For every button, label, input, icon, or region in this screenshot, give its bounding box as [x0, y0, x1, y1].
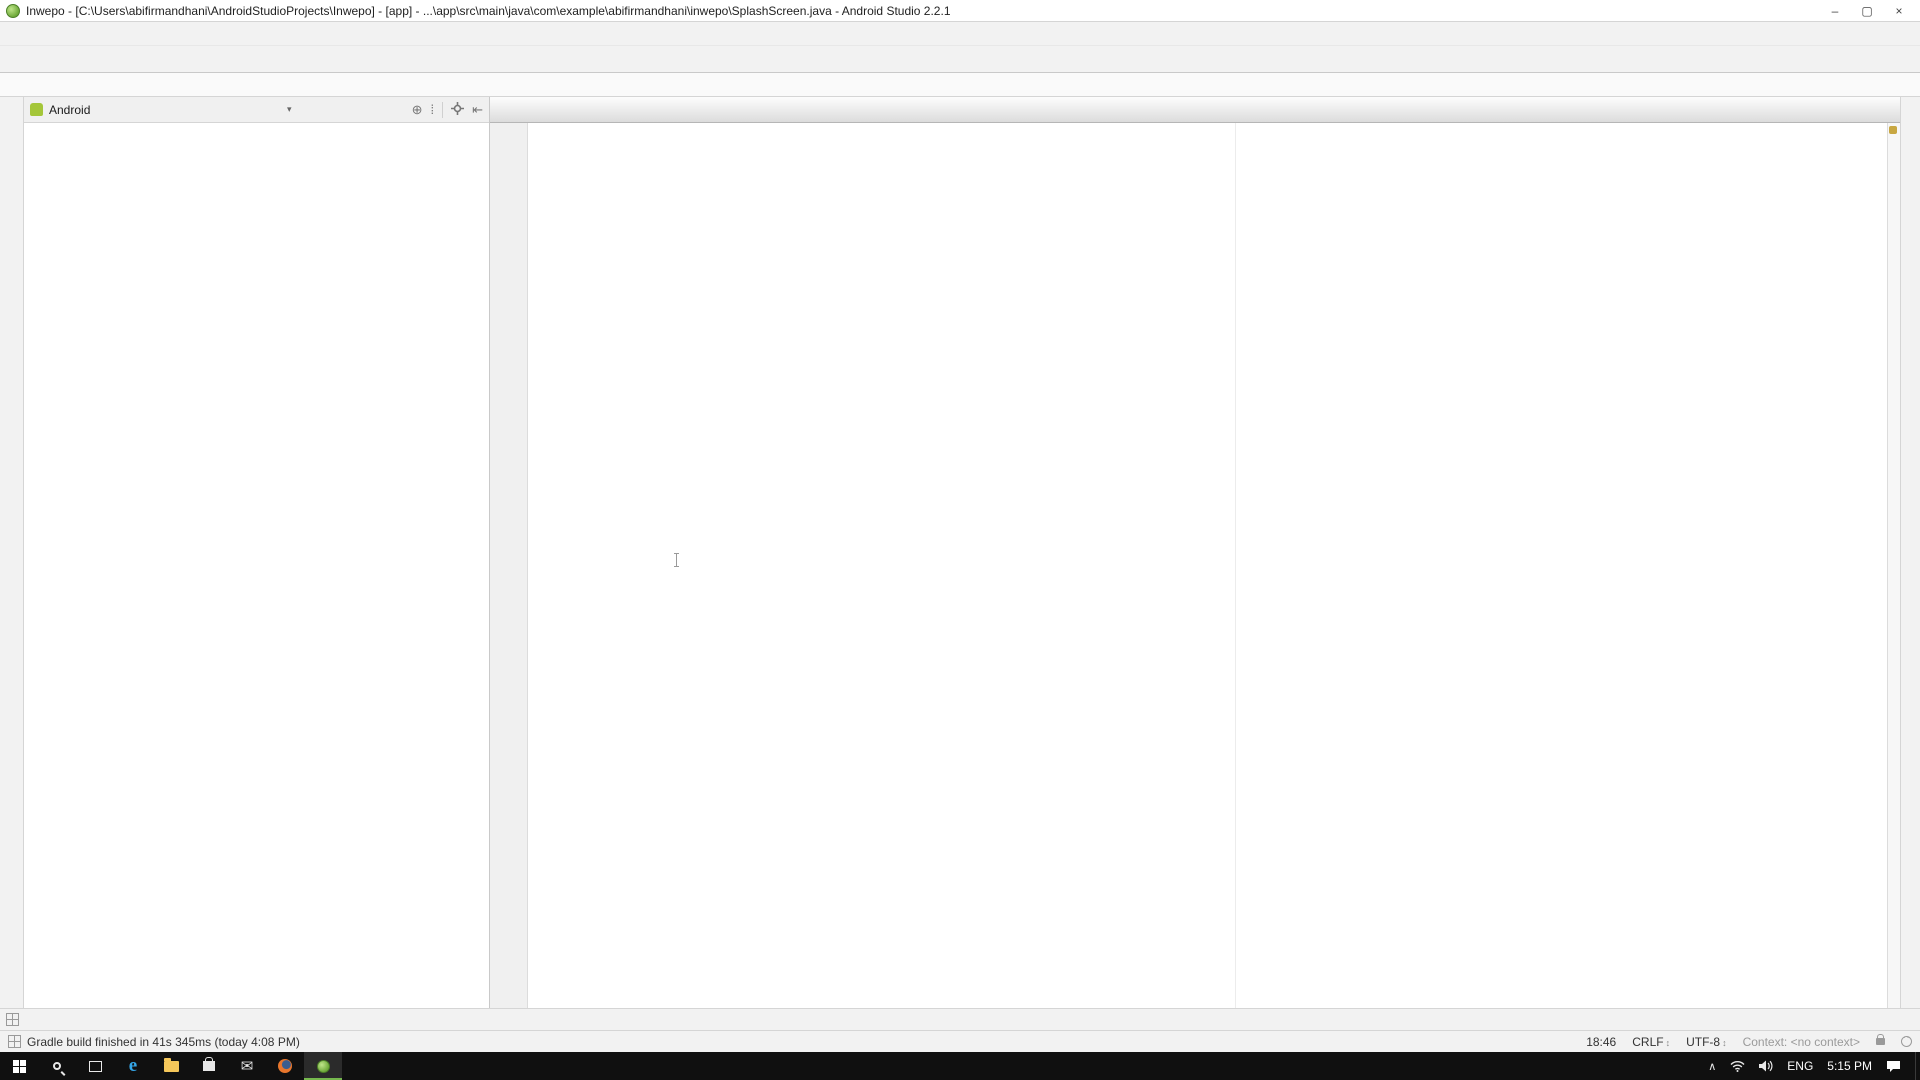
hidden-icons-chevron[interactable]: ∧	[1708, 1060, 1716, 1073]
android-studio-window: Inwepo - [C:\Users\abifirmandhani\Androi…	[0, 0, 1920, 1080]
error-stripe-scrollbar[interactable]	[1887, 123, 1900, 1008]
toolwindow-switcher-icon[interactable]	[8, 1035, 21, 1048]
maximize-button[interactable]: ▢	[1852, 2, 1882, 20]
bottom-toolwindow-bar	[0, 1008, 1920, 1030]
editor-tab-bar	[490, 97, 1900, 123]
left-toolwindow-stripe	[0, 97, 24, 1008]
windows-taskbar: e ✉ ∧ ENG 5:15 PM	[0, 1052, 1920, 1080]
android-studio-taskbar-icon[interactable]	[304, 1052, 342, 1080]
window-title: Inwepo - [C:\Users\abifirmandhani\Androi…	[26, 4, 1820, 18]
code-editor[interactable]	[490, 123, 1900, 1008]
caret-position-indicator[interactable]: 18:46	[1586, 1035, 1616, 1049]
locate-icon[interactable]: ⊕	[412, 102, 423, 118]
task-view-icon[interactable]	[76, 1052, 114, 1080]
hector-inspector-icon[interactable]	[1901, 1036, 1912, 1047]
firefox-icon[interactable]	[266, 1052, 304, 1080]
taskbar-search-icon[interactable]	[38, 1052, 76, 1080]
store-icon[interactable]	[190, 1052, 228, 1080]
right-toolwindow-stripe	[1900, 97, 1920, 1008]
close-button[interactable]: ×	[1884, 2, 1914, 20]
project-view-selector[interactable]: Android	[49, 103, 287, 117]
status-bar: Gradle build finished in 41s 345ms (toda…	[0, 1030, 1920, 1052]
encoding-indicator[interactable]: UTF-8	[1686, 1035, 1727, 1049]
show-desktop-button[interactable]	[1915, 1052, 1920, 1080]
line-separator-indicator[interactable]: CRLF	[1632, 1035, 1670, 1049]
minimize-button[interactable]: –	[1820, 2, 1850, 20]
breadcrumb	[0, 73, 1920, 97]
start-button[interactable]	[0, 1052, 38, 1080]
system-tray: ∧ ENG 5:15 PM	[1708, 1059, 1907, 1073]
clock[interactable]: 5:15 PM	[1827, 1059, 1872, 1073]
mouse-cursor-ibeam	[676, 553, 677, 567]
title-bar: Inwepo - [C:\Users\abifirmandhani\Androi…	[0, 0, 1920, 22]
android-studio-logo-icon	[6, 4, 20, 18]
wifi-icon[interactable]	[1730, 1060, 1745, 1072]
inspection-indicator-icon	[1889, 126, 1897, 134]
project-tree	[24, 123, 489, 1008]
context-indicator: Context: <no context>	[1743, 1035, 1860, 1049]
collapse-all-icon[interactable]: ⁞	[430, 102, 434, 117]
chevron-down-icon[interactable]: ▾	[287, 104, 292, 115]
mail-icon[interactable]: ✉	[228, 1052, 266, 1080]
main-toolbar	[0, 45, 1920, 73]
editor-gutter	[490, 123, 528, 1008]
volume-icon[interactable]	[1759, 1060, 1773, 1072]
project-toolwindow: Android ▾ ⊕ ⁞ ⇤	[24, 97, 490, 1008]
code-text	[528, 123, 1887, 1008]
project-panel-header: Android ▾ ⊕ ⁞ ⇤	[24, 97, 489, 123]
menu-bar	[0, 22, 1920, 45]
hide-panel-icon[interactable]: ⇤	[472, 102, 483, 118]
lock-icon[interactable]	[1876, 1038, 1885, 1045]
toolwindow-corner-icon[interactable]	[6, 1013, 19, 1026]
status-message: Gradle build finished in 41s 345ms (toda…	[27, 1035, 300, 1049]
editor-area	[490, 97, 1900, 1008]
file-explorer-icon[interactable]	[152, 1052, 190, 1080]
edge-icon[interactable]: e	[114, 1052, 152, 1080]
android-view-icon	[30, 103, 43, 116]
action-center-icon[interactable]	[1886, 1060, 1901, 1073]
language-indicator[interactable]: ENG	[1787, 1059, 1813, 1073]
divider	[442, 102, 443, 118]
project-view-selector-label: Android	[49, 103, 90, 117]
settings-gear-icon[interactable]	[451, 102, 464, 118]
